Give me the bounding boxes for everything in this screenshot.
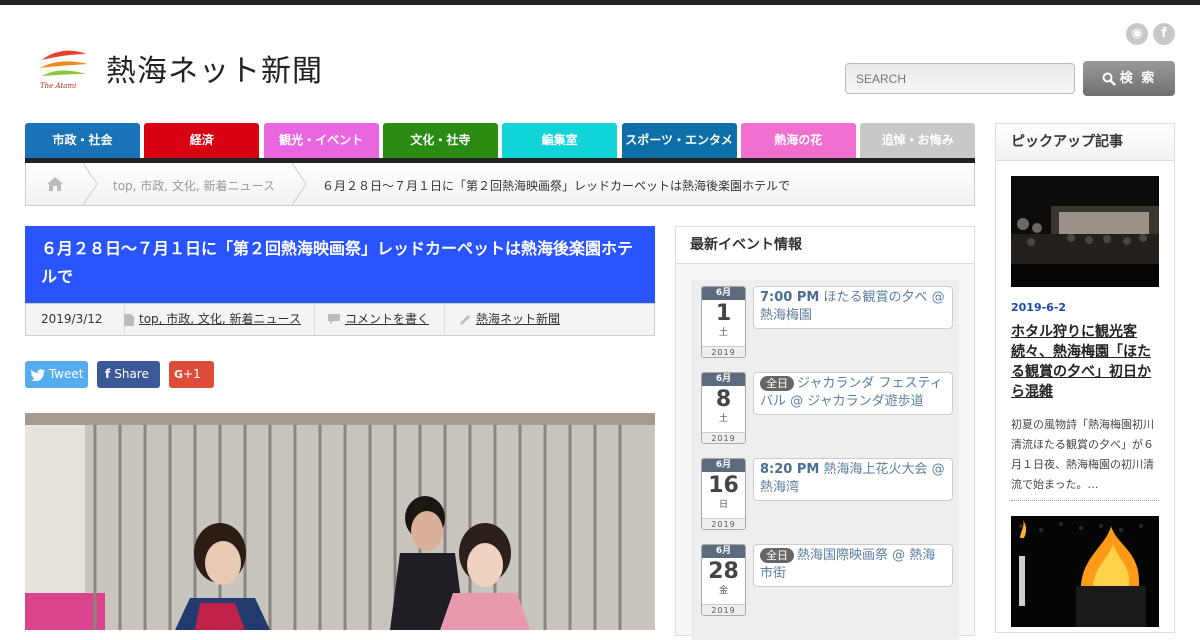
article-title: ６月２８日〜７月１日に「第２回熱海映画祭」レッドカーペットは熱海後楽園ホテルで (25, 226, 655, 303)
breadcrumb-separator (291, 163, 307, 205)
event-card[interactable]: 7:00 PM ほたる観賞の夕べ @ 熱海梅園 (753, 286, 953, 329)
event-year: 2019 (702, 518, 745, 529)
share-label: Share (114, 367, 149, 381)
pencil-icon (460, 314, 470, 325)
breadcrumb-current: ６月２８日〜７月１日に「第２回熱海映画祭」レッドカーペットは熱海後楽園ホテルで (322, 179, 791, 193)
search-button-label: 検 索 (1119, 71, 1157, 86)
event-day: 16 (708, 473, 739, 498)
nav-tab[interactable]: 文化・社寺 (382, 123, 498, 158)
google-plus-icon: G (174, 368, 184, 381)
pickup-title[interactable]: ホタル狩りに観光客続々、熱海梅園「ほたる観賞の夕べ」初日から混雑 (1011, 322, 1161, 402)
event-card[interactable]: 全日 熱海国際映画祭 @ 熱海市街 (753, 544, 953, 587)
article-categories[interactable]: top, 市政, 文化, 新着ニュース (124, 304, 301, 335)
tweet-button[interactable]: Tweet (25, 361, 88, 388)
event-date: 6月 1 土 2019 (701, 286, 746, 358)
nav-tab[interactable]: 熱海の花 (740, 123, 856, 158)
event-weekday: 土 (718, 414, 728, 424)
meta-divider (314, 304, 315, 335)
event-day: 8 (715, 387, 732, 412)
rss-icon[interactable]: ◉ (1126, 23, 1148, 45)
event-row[interactable]: 6月 16 日 2019 8:20 PM 熱海海上花火大会 @ 熱海湾 (691, 452, 959, 538)
nav-tab[interactable]: 編集室 (502, 123, 618, 158)
breadcrumb-separator (82, 163, 98, 205)
nav-tab[interactable]: 観光・イベント (263, 123, 379, 158)
event-year: 2019 (702, 346, 745, 357)
article-meta: 2019/3/12 top, 市政, 文化, 新着ニュース コメントを書く 熱海… (25, 303, 655, 336)
nav-tab[interactable]: 経済 (144, 123, 260, 158)
author-link[interactable]: 熱海ネット新聞 (459, 304, 560, 335)
facebook-icon: f (105, 367, 111, 381)
event-row[interactable]: 6月 1 土 2019 7:00 PM ほたる観賞の夕べ @ 熱海梅園 (691, 280, 959, 366)
article-date: 2019/3/12 (41, 312, 103, 326)
event-month: 6月 (702, 459, 745, 472)
event-month: 6月 (702, 373, 745, 386)
event-date: 6月 8 土 2019 (701, 372, 746, 444)
home-icon[interactable] (46, 176, 64, 192)
article-photo (25, 413, 655, 630)
event-card[interactable]: 8:20 PM 熱海海上花火大会 @ 熱海湾 (753, 458, 953, 501)
gplus-label: +1 (183, 367, 201, 381)
logo-icon[interactable]: The Atami (38, 46, 90, 90)
events-list: 6月 1 土 2019 7:00 PM ほたる観賞の夕べ @ 熱海梅園 6月 8 土 2019 全… (691, 280, 959, 640)
facebook-icon[interactable]: f (1153, 23, 1175, 45)
pickup-divider (1011, 500, 1159, 501)
event-weekday: 日 (718, 500, 728, 510)
nav-tab[interactable]: 市政・社会 (25, 123, 140, 158)
event-allday-badge: 全日 (760, 376, 794, 391)
event-date: 6月 16 日 2019 (701, 458, 746, 530)
event-allday-badge: 全日 (760, 548, 794, 563)
search-icon (1102, 72, 1116, 86)
event-time: 8:20 PM (760, 462, 820, 477)
pickup-image-2[interactable] (1011, 516, 1159, 627)
event-day: 28 (708, 559, 739, 584)
meta-divider (444, 304, 445, 335)
author-link-text[interactable]: 熱海ネット新聞 (476, 312, 560, 326)
pickup-heading: ピックアップ記事 (996, 124, 1174, 161)
events-heading: 最新イベント情報 (676, 227, 974, 264)
nav-tab[interactable]: 追悼・お悔み (860, 123, 976, 158)
folder-icon (124, 313, 134, 326)
event-card[interactable]: 全日 ジャカランダ フェスティバル @ ジャカランダ遊歩道 (753, 372, 953, 415)
search-button[interactable]: 検 索 (1083, 61, 1175, 96)
event-weekday: 土 (718, 328, 728, 338)
event-row[interactable]: 6月 8 土 2019 全日 ジャカランダ フェスティバル @ ジャカランダ遊歩道 (691, 366, 959, 452)
events-widget: 最新イベント情報 6月 1 土 2019 7:00 PM ほたる観賞の夕べ @ 熱海梅園… (675, 226, 975, 640)
twitter-icon (31, 368, 45, 381)
event-month: 6月 (702, 545, 745, 558)
breadcrumb: top, 市政, 文化, 新着ニュース ６月２８日〜７月１日に「第２回熱海映画祭… (25, 163, 975, 206)
event-year: 2019 (702, 432, 745, 443)
gplus-button[interactable]: G+1 (169, 361, 214, 388)
event-year: 2019 (702, 604, 745, 615)
comment-link-text[interactable]: コメントを書く (345, 312, 429, 326)
breadcrumb-categories[interactable]: top, 市政, 文化, 新着ニュース (113, 177, 275, 194)
site-title[interactable]: 熱海ネット新聞 (106, 46, 323, 90)
tweet-label: Tweet (48, 367, 84, 381)
logo-tagline: The Atami (40, 82, 76, 90)
pickup-date: 2019-6-2 (1011, 301, 1067, 314)
event-weekday: 金 (718, 586, 728, 596)
pickup-widget: ピックアップ記事 2019-6-2 ホタル狩りに観光客続々、熱海梅園「ほたる観賞… (995, 123, 1175, 633)
event-month: 6月 (702, 287, 745, 300)
nav-tab[interactable]: スポーツ・エンタメ (621, 123, 737, 158)
top-bar (0, 0, 1200, 5)
event-row[interactable]: 6月 28 金 2019 全日 熱海国際映画祭 @ 熱海市街 (691, 538, 959, 624)
pickup-excerpt: 初夏の風物詩「熱海梅園初川清流ほたる観賞の夕べ」が６月１日夜、熱海梅園の初川清流… (1011, 418, 1154, 491)
share-button[interactable]: f Share (97, 361, 160, 388)
search-input[interactable] (845, 63, 1075, 94)
comment-link[interactable]: コメントを書く (328, 304, 429, 335)
event-time: 7:00 PM (760, 290, 820, 305)
comment-icon (328, 314, 340, 324)
event-date: 6月 28 金 2019 (701, 544, 746, 616)
article-categories-text[interactable]: top, 市政, 文化, 新着ニュース (139, 312, 301, 326)
event-day: 1 (715, 301, 732, 326)
pickup-image[interactable] (1011, 176, 1159, 287)
